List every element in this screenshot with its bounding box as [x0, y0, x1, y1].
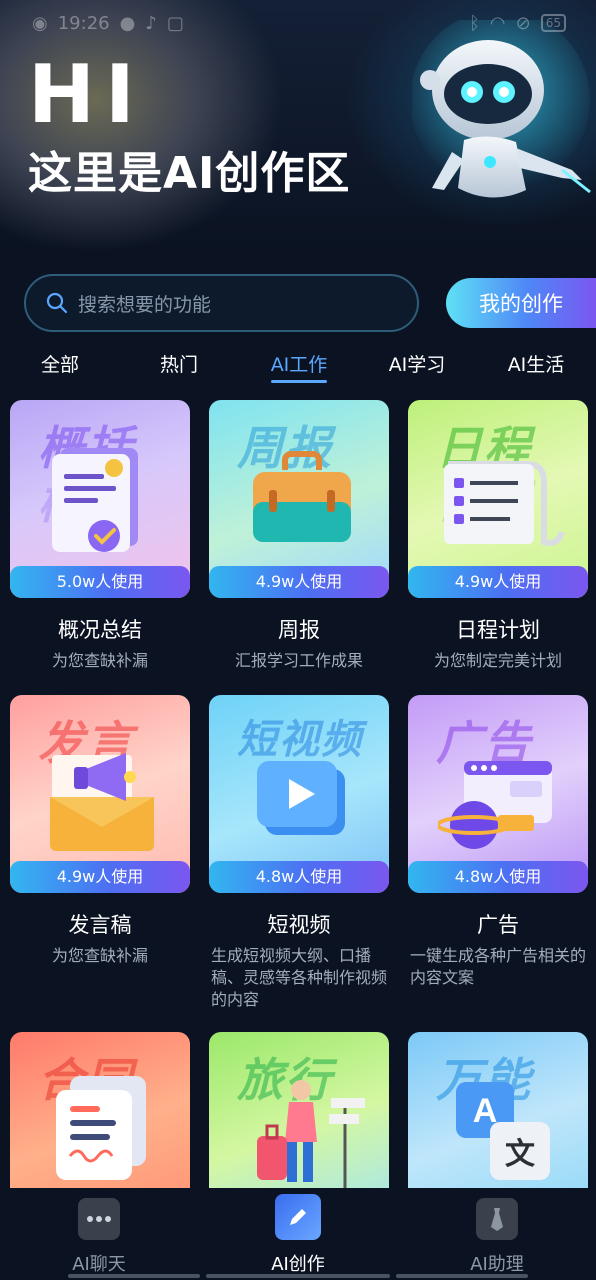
tab-ai-work[interactable]: AI工作: [249, 350, 349, 377]
usage-count: 4.9w人使用: [10, 861, 190, 893]
briefcase-icon: [253, 451, 351, 542]
card-thumbnail: 发言 4.9w人使用: [10, 695, 190, 893]
tiktok-icon: ♪: [145, 12, 157, 34]
megaphone-envelope-icon: [50, 753, 154, 851]
card-thumbnail: 广告 4.8w人使用: [408, 695, 588, 893]
card-title: 广告: [477, 913, 519, 937]
hero-banner: ◉ 19:26 ● ♪ ▢ ᛒ ◠ ⊘ 65 HI 这里是AI创作区: [0, 0, 596, 250]
active-tab-indicator: [271, 380, 327, 383]
card-thumbnail: 概括 概括 5.0w人使用: [10, 400, 190, 598]
usage-count: 4.9w人使用: [209, 566, 389, 598]
card-title: 周报: [278, 618, 320, 642]
card-description: 一键生成各种广告相关的内容文案: [410, 946, 587, 987]
category-tabs: 全部 热门 AI工作 AI学习 AI生活: [0, 344, 596, 384]
nav-label: AI助理: [470, 1254, 524, 1275]
ads-browser-planet-icon: [438, 761, 552, 849]
search-icon: [46, 292, 68, 314]
status-time: 19:26: [57, 12, 110, 34]
shield-icon: ●: [119, 12, 136, 34]
card-summary[interactable]: 概括 概括 5.0w人使用 概况总结 为您查缺补漏: [10, 400, 190, 672]
pen-icon: [275, 1194, 321, 1240]
card-title: 短视频: [267, 913, 331, 937]
notification-icon: ◉: [32, 12, 48, 34]
card-title: 概况总结: [58, 618, 142, 642]
tab-ai-life[interactable]: AI生活: [486, 350, 586, 377]
usage-count: 5.0w人使用: [10, 566, 190, 598]
card-speech[interactable]: 发言 4.9w人使用 发言稿 为您查缺补漏: [10, 695, 190, 967]
nav-ai-chat[interactable]: AI聊天: [39, 1198, 159, 1276]
tie-icon: [476, 1198, 518, 1240]
chat-bubble-icon: [78, 1198, 120, 1240]
card-description: 为您查缺补漏: [51, 946, 148, 965]
home-indicator: [396, 1274, 528, 1278]
robot-mascot-icon: [412, 20, 591, 198]
card-weekly-report[interactable]: 周报 4.9w人使用 周报 汇报学习工作成果: [209, 400, 389, 672]
home-indicator: [206, 1274, 390, 1278]
card-description: 汇报学习工作成果: [234, 651, 363, 670]
hero-subtitle: 这里是AI创作区: [28, 148, 351, 199]
card-description: 为您查缺补漏: [51, 651, 148, 670]
play-button-icon: [257, 761, 345, 835]
card-short-video[interactable]: 短视频 4.8w人使用 短视频 生成短视频大纲、口播稿、灵感等各种制作视频的内容: [209, 695, 389, 1011]
card-thumbnail: 短视频 4.8w人使用: [209, 695, 389, 893]
card-title: 日程计划: [456, 618, 540, 642]
search-row: 搜索想要的功能 我的创作: [24, 274, 596, 332]
hero-title: HI: [28, 48, 145, 141]
search-input[interactable]: 搜索想要的功能: [24, 274, 419, 332]
usage-count: 4.9w人使用: [408, 566, 588, 598]
nav-label: AI创作: [271, 1254, 325, 1275]
my-creation-button[interactable]: 我的创作: [446, 278, 596, 328]
card-title: 发言稿: [68, 913, 132, 937]
usage-count: 4.8w人使用: [209, 861, 389, 893]
document-check-icon: [52, 448, 138, 552]
nav-ai-creation[interactable]: AI创作: [238, 1194, 358, 1276]
usage-count: 4.8w人使用: [408, 861, 588, 893]
card-description: 为您制定完美计划: [433, 651, 562, 670]
tab-hot[interactable]: 热门: [129, 350, 229, 377]
translate-icon: A 文: [456, 1082, 550, 1180]
contract-document-icon: [56, 1076, 146, 1180]
search-placeholder: 搜索想要的功能: [78, 293, 212, 316]
gallery-icon: ▢: [166, 12, 184, 34]
nav-ai-assistant[interactable]: AI助理: [437, 1198, 557, 1276]
card-advertising[interactable]: 广告 4.8w人使用 广告 一键生成各种广告相关的内容文案: [408, 695, 588, 989]
checklist-scroll-icon: [444, 461, 565, 546]
svg-text:A: A: [473, 1092, 498, 1130]
traveler-suitcase-icon: [257, 1080, 365, 1188]
bottom-navigation: AI聊天 AI创作 AI助理: [0, 1188, 596, 1280]
card-description: 生成短视频大纲、口播稿、灵感等各种制作视频的内容: [211, 946, 388, 1009]
card-thumbnail: 周报 4.9w人使用: [209, 400, 389, 598]
card-thumbnail: 日程 日程 4.9w人使用: [408, 400, 588, 598]
tab-all[interactable]: 全部: [10, 350, 110, 377]
home-indicator: [68, 1274, 200, 1278]
tab-ai-study[interactable]: AI学习: [367, 350, 467, 377]
svg-text:文: 文: [505, 1137, 535, 1172]
card-schedule[interactable]: 日程 日程 4.9w人使用 日程计划 为您制定完美计划: [408, 400, 588, 672]
nav-label: AI聊天: [72, 1254, 126, 1275]
